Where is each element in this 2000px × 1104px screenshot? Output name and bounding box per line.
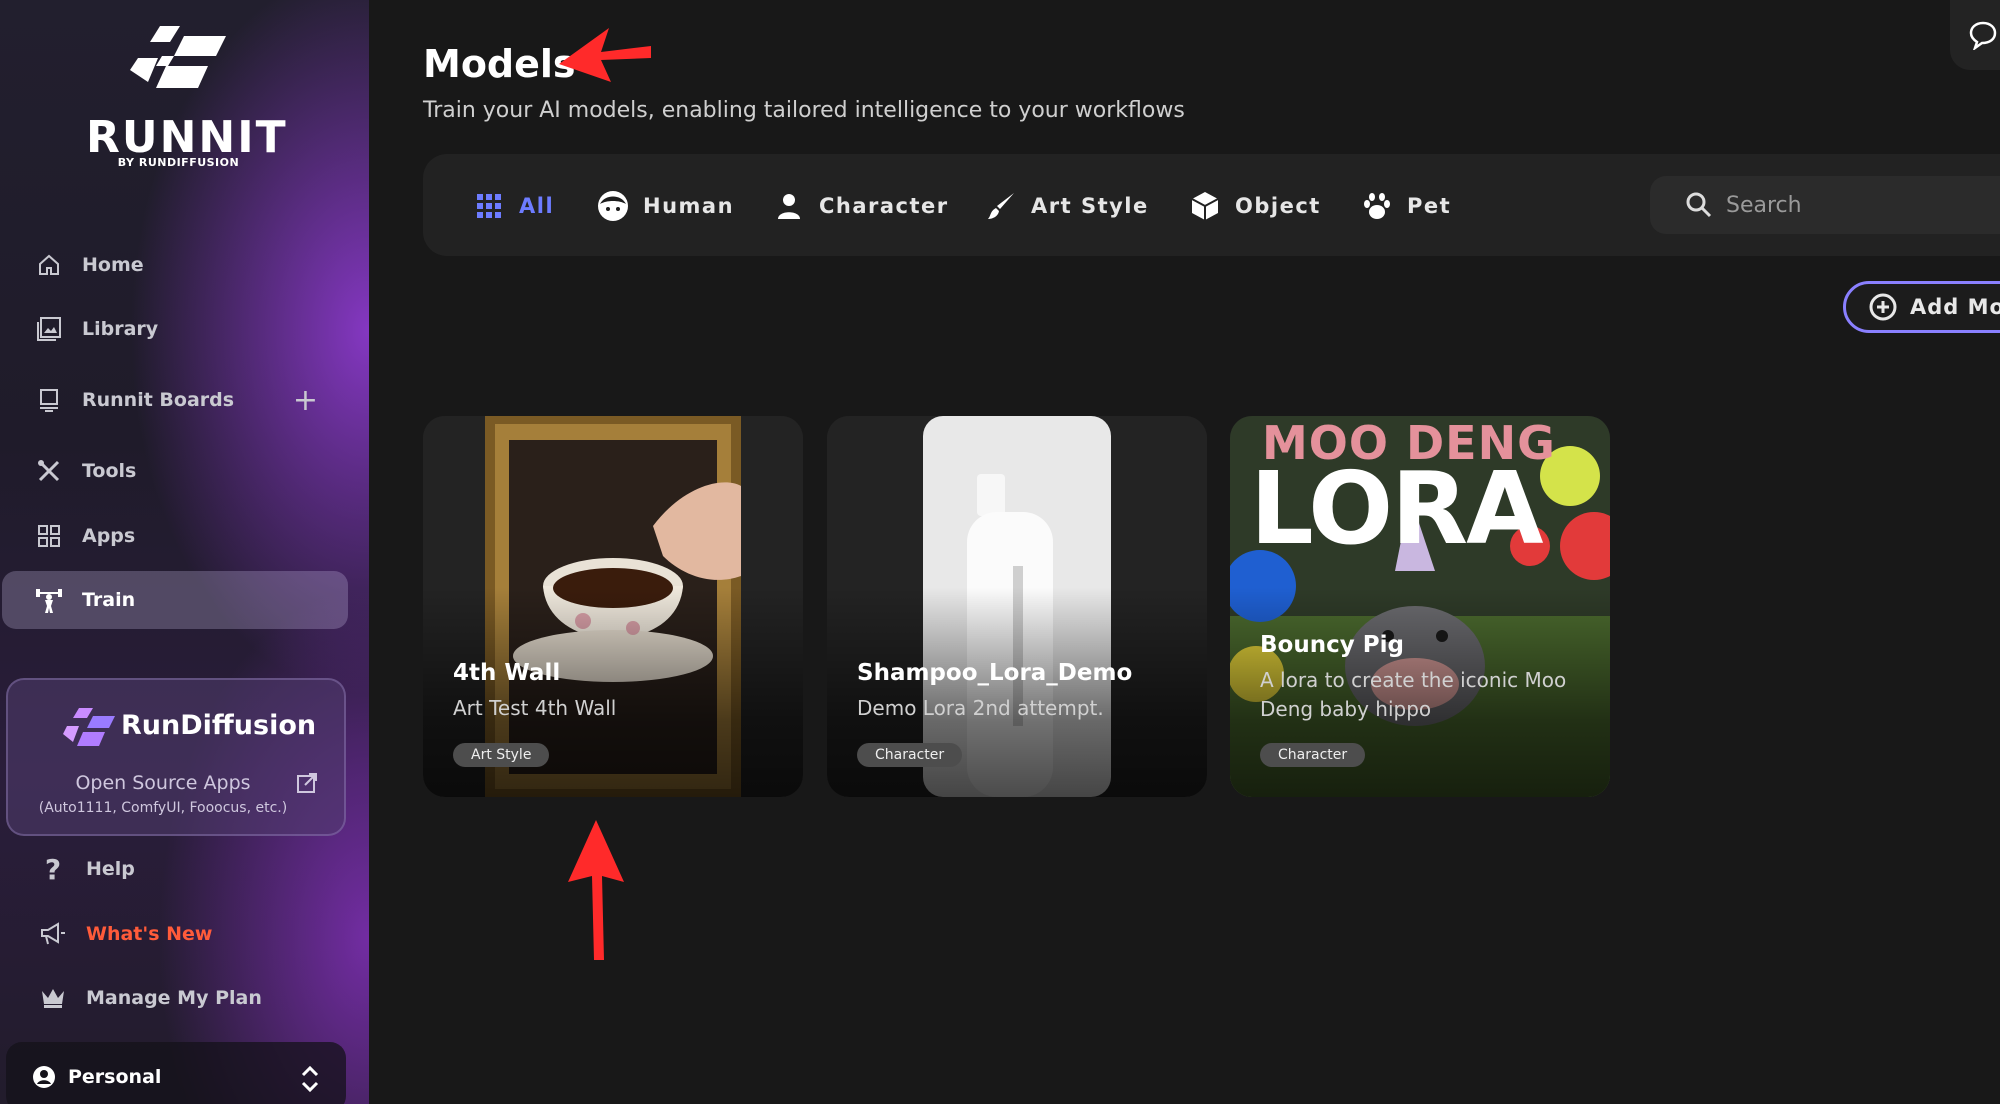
filter-human[interactable]: Human <box>597 188 734 224</box>
person-icon <box>773 190 805 222</box>
sidebar-item-label: Tools <box>82 460 137 482</box>
filter-all[interactable]: All <box>473 188 554 224</box>
runnit-logo-mark-icon <box>130 26 226 88</box>
filter-label: Human <box>643 194 735 218</box>
card-shade <box>423 416 803 797</box>
chevron-up-down-icon <box>301 1065 319 1093</box>
sidebar-item-label: Train <box>82 589 136 611</box>
brand-byline: BY RUNDIFFUSION <box>117 156 240 169</box>
sidebar-item-label: Help <box>86 858 135 880</box>
rundiffusion-card[interactable]: RunDiffusion Open Source Apps (Auto1111,… <box>6 678 346 836</box>
model-card-shampoo[interactable]: Shampoo_Lora_Demo Demo Lora 2nd attempt.… <box>827 416 1207 797</box>
sidebar-item-home[interactable]: Home <box>2 236 348 294</box>
brush-icon <box>985 190 1017 222</box>
add-model-button[interactable]: Add Mo <box>1843 281 2000 333</box>
runnit-logo[interactable]: RUNNIT BY RUNDIFFUSION <box>86 26 286 176</box>
model-description: Art Test 4th Wall <box>453 696 617 720</box>
external-link-icon[interactable] <box>296 772 318 794</box>
model-card-4th-wall[interactable]: 4th Wall Art Test 4th Wall Art Style <box>423 416 803 797</box>
filter-label: Art Style <box>1031 194 1149 218</box>
main-content: Models Train your AI models, enabling ta… <box>369 0 2000 1104</box>
sidebar-item-label: What's New <box>86 923 213 945</box>
sidebar-item-manage-plan[interactable]: Manage My Plan <box>2 972 262 1024</box>
card-shade <box>827 416 1207 797</box>
open-source-apps-sub: (Auto1111, ComfyUI, Fooocus, etc.) <box>38 800 288 816</box>
sidebar-item-help[interactable]: ? Help <box>2 843 135 895</box>
rundiffusion-title: RunDiffusion <box>121 710 317 741</box>
grid-icon <box>34 521 64 551</box>
filter-label: Pet <box>1407 194 1452 218</box>
account-switcher[interactable]: Personal <box>6 1042 346 1104</box>
sidebar-item-label: Runnit Boards <box>82 389 235 411</box>
page-title: Models <box>423 42 576 86</box>
sidebar-item-label: Manage My Plan <box>86 987 262 1009</box>
filter-pet[interactable]: Pet <box>1361 188 1451 224</box>
cube-icon <box>1189 190 1221 222</box>
model-tag: Character <box>1260 743 1366 767</box>
weight-lift-icon <box>34 585 64 615</box>
model-name: Bouncy Pig <box>1260 632 1404 658</box>
image-icon <box>34 314 64 344</box>
sidebar-item-whats-new[interactable]: What's New <box>2 908 212 960</box>
filter-label: Character <box>819 194 949 218</box>
sidebar: RUNNIT BY RUNDIFFUSION Home Library Runn… <box>0 0 369 1104</box>
feedback-button[interactable] <box>1950 0 2000 70</box>
question-icon: ? <box>44 852 62 886</box>
human-face-icon <box>597 190 629 222</box>
model-name: 4th Wall <box>453 660 561 686</box>
add-board-plus-icon[interactable]: + <box>293 383 318 418</box>
paw-icon <box>1361 190 1393 222</box>
add-model-label: Add Mo <box>1910 295 2000 319</box>
filter-label: All <box>519 194 555 218</box>
rundiffusion-logo-icon <box>63 708 115 746</box>
model-description: A lora to create the iconic Moo Deng bab… <box>1260 668 1567 721</box>
filter-label: Object <box>1235 194 1321 218</box>
model-tag: Character <box>857 743 963 767</box>
image-text-main: LORA <box>1250 450 1544 567</box>
sidebar-item-label: Library <box>82 318 159 340</box>
filter-object[interactable]: Object <box>1189 188 1321 224</box>
sidebar-item-train[interactable]: Train <box>2 571 348 629</box>
account-circle-icon <box>33 1066 55 1088</box>
annotation-arrow-icon <box>568 820 624 960</box>
filter-art-style[interactable]: Art Style <box>985 188 1149 224</box>
home-icon <box>34 250 64 280</box>
sidebar-item-label: Home <box>82 254 144 276</box>
crown-icon <box>38 983 68 1013</box>
sidebar-item-runnit-boards[interactable]: Runnit Boards + <box>2 371 348 429</box>
model-description: Demo Lora 2nd attempt. <box>857 696 1104 720</box>
model-name: Shampoo_Lora_Demo <box>857 660 1133 686</box>
sidebar-item-label: Apps <box>82 525 136 547</box>
model-tag: Art Style <box>453 743 550 767</box>
page-subtitle: Train your AI models, enabling tailored … <box>423 98 1185 123</box>
board-icon <box>34 385 64 415</box>
megaphone-icon <box>38 919 68 949</box>
sidebar-item-library[interactable]: Library <box>2 300 348 358</box>
chat-bubble-icon <box>1969 21 1997 50</box>
sidebar-item-tools[interactable]: Tools <box>2 442 348 500</box>
add-circle-icon <box>1869 293 1897 321</box>
search-input[interactable] <box>1726 192 2000 218</box>
model-card-bouncy-pig[interactable]: MOO DENG LORA Bouncy Pig A lora to creat… <box>1230 416 1610 797</box>
grid-dots-icon <box>473 190 505 222</box>
sidebar-item-apps[interactable]: Apps <box>2 507 348 565</box>
annotation-arrow-icon <box>559 28 651 82</box>
tools-icon <box>34 456 64 486</box>
open-source-apps-link[interactable]: Open Source Apps <box>8 772 318 794</box>
search-icon <box>1686 192 1712 218</box>
account-label: Personal <box>68 1066 162 1088</box>
filter-character[interactable]: Character <box>773 188 949 224</box>
search-box[interactable] <box>1650 176 2000 234</box>
